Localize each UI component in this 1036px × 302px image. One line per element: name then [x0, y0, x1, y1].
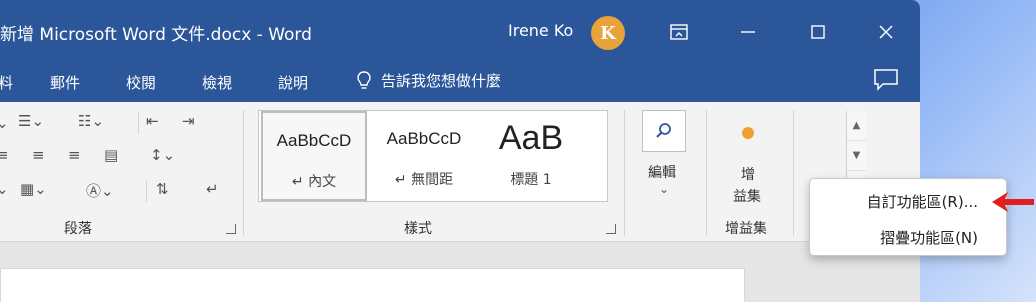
addins-group-label: 增益集	[725, 221, 767, 237]
maximize-button[interactable]	[803, 18, 833, 46]
avatar-letter: K	[600, 22, 616, 44]
addins-icon[interactable]	[741, 126, 755, 140]
borders-icon[interactable]: ▦⌄	[20, 180, 47, 198]
ribbon-tab-bar: 料 郵件 校閱 檢視 說明 告訴我您想做什麼	[0, 62, 920, 102]
styles-group-label: 樣式	[404, 221, 432, 237]
user-name[interactable]: Irene Ko	[508, 21, 573, 40]
user-avatar[interactable]: K	[591, 16, 625, 50]
red-arrow-icon	[992, 192, 1034, 212]
document-page[interactable]	[0, 268, 745, 302]
decrease-indent-icon[interactable]: ⇤	[146, 112, 159, 130]
ribbon-display-options-button[interactable]	[664, 18, 694, 46]
multilevel-list-icon[interactable]: ☷⌄	[78, 112, 104, 130]
collapse-ribbon-menu-item[interactable]: 摺疊功能區(N)	[880, 227, 978, 248]
word-window: 新增 Microsoft Word 文件.docx - Word Irene K…	[0, 0, 920, 302]
asian-layout-icon[interactable]: Ⓐ⌄	[86, 180, 114, 201]
style-name: ↵ 內文	[291, 174, 337, 190]
tab-review[interactable]: 校閱	[126, 72, 156, 93]
style-preview: AaBbCcD	[386, 129, 462, 148]
comment-icon	[874, 69, 898, 91]
separator	[793, 110, 794, 236]
style-no-spacing[interactable]: AaBbCcD ↵ 無間距	[371, 111, 477, 201]
minimize-icon	[741, 31, 755, 33]
editing-button[interactable]	[642, 110, 686, 152]
addins-button-label-bottom[interactable]: 益集	[733, 186, 761, 206]
style-name: ↵ 無間距	[394, 172, 454, 188]
increase-indent-icon[interactable]: ⇥	[182, 112, 195, 130]
editing-dropdown-icon[interactable]: ⌄	[659, 182, 669, 196]
tab-view[interactable]: 檢視	[202, 72, 232, 93]
justify-icon[interactable]: ▤	[104, 146, 118, 164]
paragraph-dialog-launcher-icon[interactable]	[226, 224, 236, 234]
line-spacing-icon[interactable]: ↕⌄	[150, 146, 175, 164]
document-title: 新增 Microsoft Word 文件.docx - Word	[0, 25, 312, 45]
separator	[146, 180, 147, 202]
editing-label[interactable]: 編輯	[648, 162, 676, 182]
ribbon: ⌄ ☰⌄ ☷⌄ ⇤ ⇥ ≡ ≡ ≡ ▤ ↕⌄ ⌄ ▦⌄ Ⓐ⌄ ⇅ ↵ 段落 Aa…	[0, 102, 920, 242]
style-preview: AaBbCcD	[276, 131, 352, 150]
align-left-icon[interactable]: ≡	[0, 146, 9, 164]
list-dropdown-icon[interactable]: ⌄	[0, 114, 9, 132]
separator	[706, 110, 707, 236]
ribbon-context-menu: 自訂功能區(R)... 摺疊功能區(N)	[809, 178, 1007, 256]
align-right-icon[interactable]: ≡	[68, 146, 81, 164]
style-name: 標題 1	[510, 172, 552, 188]
ribbon-display-icon	[670, 24, 688, 40]
tab-mailings[interactable]: 郵件	[50, 72, 80, 93]
styles-gallery: AaBbCcD ↵ 內文 AaBbCcD ↵ 無間距 AaB 標題 1 ▲ ▼ …	[258, 110, 866, 202]
addins-button-label-top[interactable]: 增	[741, 164, 755, 184]
styles-dialog-launcher-icon[interactable]	[606, 224, 616, 234]
styles-scroll-down-icon[interactable]: ▼	[847, 141, 866, 171]
style-heading-1[interactable]: AaB 標題 1	[481, 111, 581, 201]
comments-button[interactable]	[873, 68, 899, 92]
numbered-list-icon[interactable]: ☰⌄	[18, 112, 44, 130]
separator	[138, 112, 139, 134]
close-icon	[879, 25, 893, 39]
minimize-button[interactable]	[733, 18, 763, 46]
tell-me-label: 告訴我您想做什麼	[381, 72, 502, 90]
sort-icon[interactable]: ⇅	[156, 180, 169, 198]
title-bar: 新增 Microsoft Word 文件.docx - Word Irene K…	[0, 0, 920, 62]
shading-dropdown-icon[interactable]: ⌄	[0, 180, 9, 198]
customize-ribbon-menu-item[interactable]: 自訂功能區(R)...	[867, 191, 978, 212]
paragraph-group-label: 段落	[64, 221, 92, 237]
tell-me-search[interactable]: 告訴我您想做什麼	[357, 70, 501, 91]
lightbulb-icon	[357, 70, 371, 89]
style-normal[interactable]: AaBbCcD ↵ 內文	[261, 111, 367, 201]
separator	[243, 110, 244, 236]
close-button[interactable]	[871, 18, 901, 46]
tab-references[interactable]: 料	[0, 72, 13, 93]
maximize-icon	[811, 25, 825, 39]
search-icon	[656, 123, 671, 138]
align-center-icon[interactable]: ≡	[32, 146, 45, 164]
style-preview: AaB	[498, 119, 564, 157]
show-formatting-icon[interactable]: ↵	[206, 180, 219, 198]
styles-scroll-up-icon[interactable]: ▲	[847, 111, 866, 141]
separator	[624, 110, 625, 236]
tab-help[interactable]: 說明	[278, 72, 308, 93]
document-area	[0, 242, 920, 302]
